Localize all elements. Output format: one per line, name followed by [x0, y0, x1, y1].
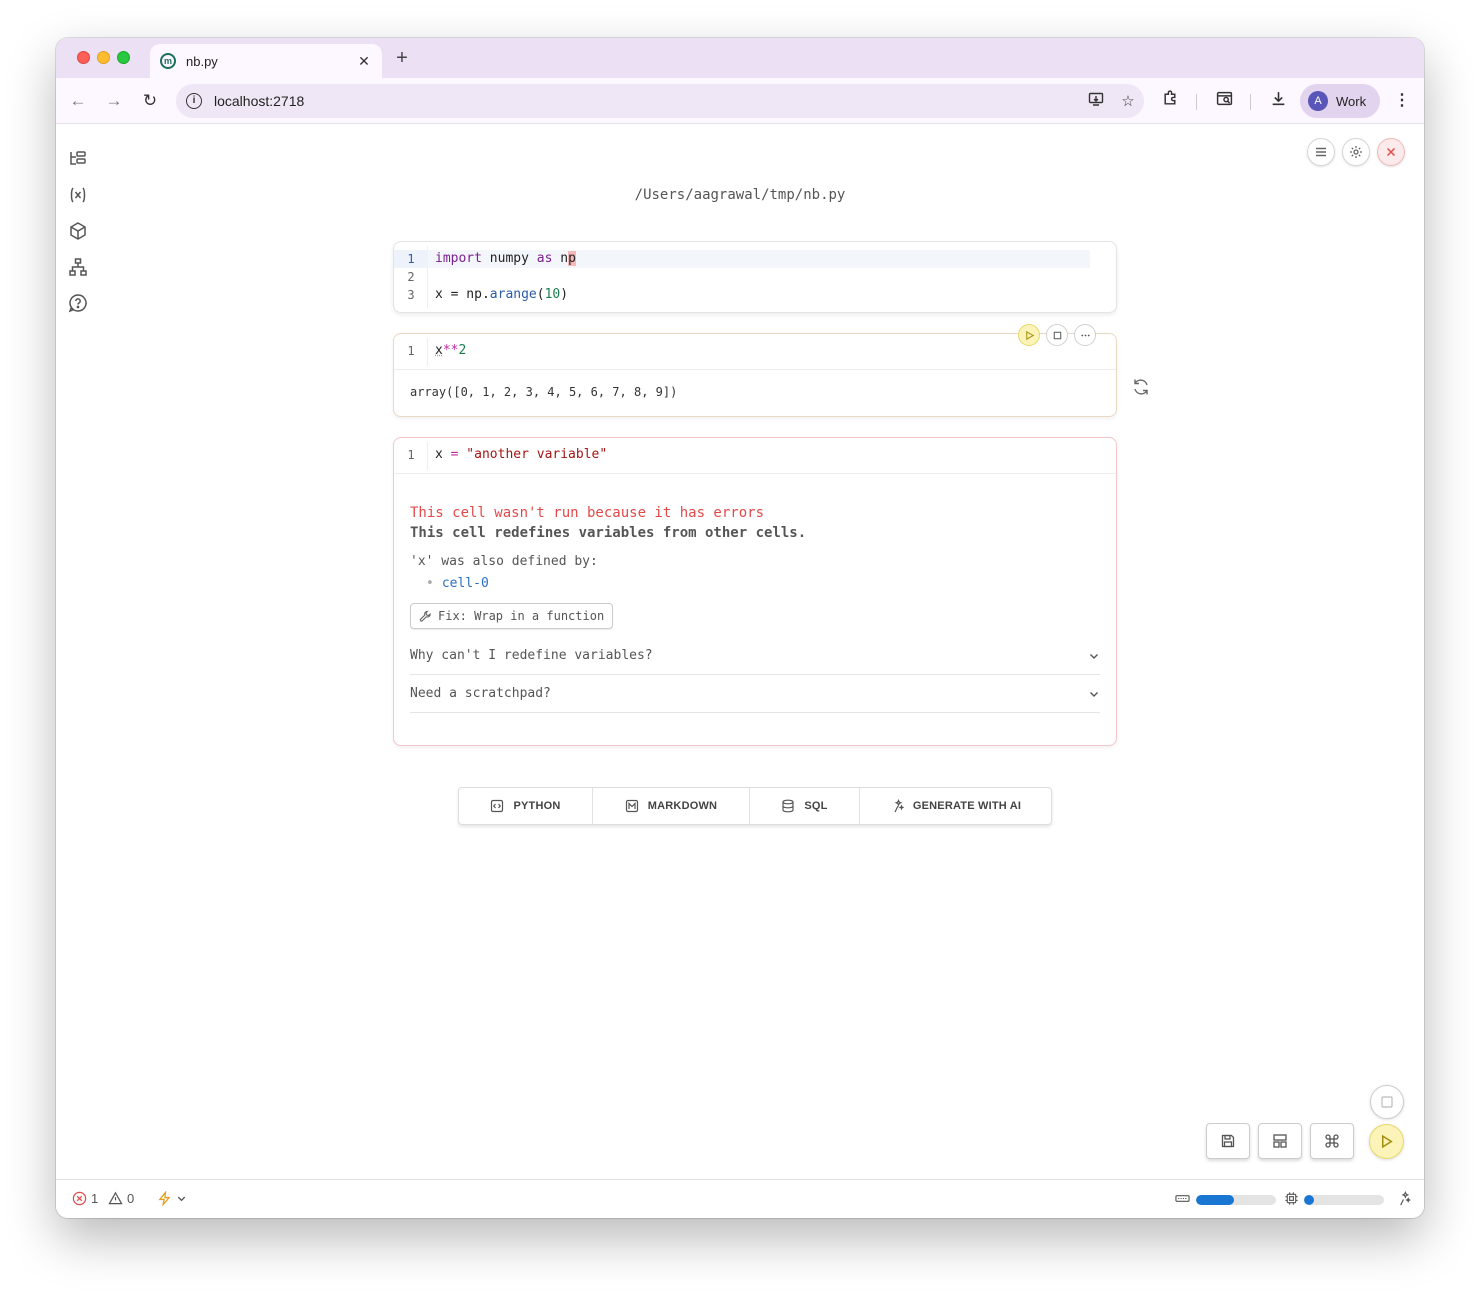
dependency-graph-icon[interactable] — [68, 257, 90, 279]
database-icon — [782, 799, 794, 813]
add-sql-cell-button[interactable]: SQL — [750, 788, 860, 824]
code-cell[interactable]: 1 x**2 array([0, 1, 2, 3, 4, 5, 6, 7, 8,… — [393, 324, 1117, 417]
notebook-area: /Users/aagrawal/tmp/nb.py 1 2 3 import n… — [56, 125, 1424, 1178]
maximize-window-button[interactable] — [117, 51, 130, 64]
downloads-icon[interactable] — [1266, 90, 1290, 112]
close-window-button[interactable] — [77, 51, 90, 64]
warning-triangle-icon — [108, 1191, 123, 1205]
accordion-redefine-variables[interactable]: Why can't I redefine variables? — [410, 637, 1100, 675]
browser-tab[interactable]: m nb.py ✕ — [150, 44, 382, 78]
fix-wrap-function-button[interactable]: Fix: Wrap in a function — [410, 603, 614, 629]
generate-with-ai-button[interactable]: GENERATE WITH AI — [860, 788, 1051, 824]
lightning-icon — [158, 1191, 171, 1206]
avatar: A — [1308, 91, 1328, 111]
menu-icon[interactable] — [1307, 138, 1335, 166]
code-line[interactable]: x = "another variable" — [435, 446, 607, 464]
refresh-icon[interactable] — [1131, 377, 1151, 397]
chevron-down-icon — [1090, 691, 1098, 697]
stop-cell-icon[interactable] — [1046, 324, 1068, 346]
save-button[interactable] — [1206, 1123, 1250, 1159]
cpu-usage-bar — [1304, 1195, 1384, 1205]
ai-assistant-icon[interactable] — [1396, 1191, 1415, 1206]
bookmark-star-icon[interactable]: ☆ — [1112, 92, 1144, 110]
forward-arrow-icon[interactable]: → — [102, 89, 126, 113]
code-line[interactable]: x**2 — [435, 342, 466, 360]
code-icon — [491, 799, 504, 813]
more-options-icon[interactable] — [1074, 324, 1096, 346]
chevron-down-icon — [1090, 653, 1098, 659]
run-all-play-button[interactable] — [1369, 1124, 1404, 1159]
run-cell-play-icon[interactable] — [1018, 324, 1040, 346]
layout-toggle-button[interactable] — [1258, 1123, 1302, 1159]
address-bar[interactable]: i localhost:2718 ☆ — [176, 84, 1144, 118]
error-circle-icon — [72, 1191, 87, 1206]
error-title: This cell wasn't run because it has erro… — [410, 505, 765, 521]
line-number: 3 — [407, 288, 415, 302]
code-line[interactable]: import numpy as np — [435, 250, 576, 268]
marimo-favicon-icon: m — [160, 53, 176, 69]
back-arrow-icon[interactable]: ← — [66, 89, 90, 113]
markdown-icon — [625, 799, 638, 813]
output-text: array([0, 1, 2, 3, 4, 5, 6, 7, 8, 9]) — [410, 385, 678, 399]
tab-title: nb.py — [186, 53, 218, 69]
error-subtitle: 'x' was also defined by: — [410, 554, 598, 569]
profile-name: Work — [1336, 93, 1367, 109]
chevron-down-icon — [177, 1196, 186, 1202]
add-python-cell-button[interactable]: PYTHON — [459, 788, 593, 824]
add-cell-bar: PYTHON MARKDOWN SQL GENERATE WITH AI — [458, 787, 1052, 825]
layout-icon — [1273, 1134, 1287, 1148]
line-number: 2 — [407, 270, 415, 284]
notebook-filename[interactable]: /Users/aagrawal/tmp/nb.py — [56, 187, 1424, 203]
status-bar: 1 0 — [56, 1179, 1424, 1218]
error-cell-reference[interactable]: • cell-0 — [426, 576, 489, 591]
accordion-scratchpad[interactable]: Need a scratchpad? — [410, 675, 1100, 713]
add-markdown-cell-button[interactable]: MARKDOWN — [593, 788, 750, 824]
shutdown-close-icon[interactable] — [1377, 138, 1405, 166]
tab-close-icon[interactable]: ✕ — [356, 53, 372, 70]
browser-menu-icon[interactable]: ⋮ — [1390, 90, 1414, 110]
line-number: 1 — [394, 250, 428, 268]
line-number: 1 — [407, 344, 415, 358]
cell-error-output: This cell wasn't run because it has erro… — [394, 473, 1116, 745]
site-info-icon[interactable]: i — [186, 93, 202, 109]
code-cell-error[interactable]: 1 x = "another variable" This cell wasn'… — [393, 437, 1117, 746]
file-explorer-icon[interactable] — [68, 149, 90, 171]
floppy-disk-icon — [1221, 1134, 1235, 1148]
settings-gear-icon[interactable] — [1342, 138, 1370, 166]
browser-toolbar: ← → ↻ i localhost:2718 ☆ A Work ⋮ — [56, 78, 1424, 124]
packages-icon[interactable] — [68, 221, 90, 243]
interrupt-stop-button[interactable] — [1370, 1085, 1404, 1119]
cpu-icon — [1284, 1191, 1303, 1206]
memory-usage-bar — [1196, 1195, 1276, 1205]
new-tab-button[interactable]: + — [392, 47, 412, 70]
help-icon[interactable] — [68, 293, 90, 315]
play-icon — [1382, 1134, 1393, 1149]
line-number: 1 — [407, 448, 415, 462]
cell-actions — [1018, 324, 1096, 346]
error-description: This cell redefines variables from other… — [410, 525, 807, 541]
profile-button[interactable]: A Work — [1300, 84, 1380, 118]
code-cell[interactable]: 1 2 3 import numpy as np x = np.arange(1… — [393, 241, 1117, 313]
minimize-window-button[interactable] — [97, 51, 110, 64]
extensions-icon[interactable] — [1158, 90, 1182, 112]
url-text[interactable]: localhost:2718 — [214, 93, 1080, 109]
cpu-usage-fill — [1304, 1195, 1314, 1205]
command-key-icon — [1325, 1134, 1339, 1148]
cell-output: array([0, 1, 2, 3, 4, 5, 6, 7, 8, 9]) — [394, 369, 1116, 416]
code-line[interactable]: x = np.arange(10) — [435, 286, 568, 304]
install-app-icon[interactable] — [1080, 91, 1112, 111]
sparkles-icon — [894, 799, 904, 813]
memory-icon — [1175, 1191, 1194, 1206]
browser-window: m nb.py ✕ + ← → ↻ i localhost:2718 ☆ A W… — [56, 38, 1424, 1218]
error-count[interactable]: 1 — [72, 1191, 98, 1206]
warning-count[interactable]: 0 — [108, 1191, 134, 1206]
tab-strip: m nb.py ✕ + — [56, 38, 1424, 78]
tab-search-icon[interactable] — [1212, 90, 1236, 112]
memory-usage-fill — [1196, 1195, 1235, 1205]
command-palette-button[interactable] — [1310, 1123, 1354, 1159]
wrench-icon — [419, 610, 431, 622]
reload-icon[interactable]: ↻ — [138, 89, 162, 113]
runtime-mode-dropdown[interactable] — [157, 1191, 191, 1206]
